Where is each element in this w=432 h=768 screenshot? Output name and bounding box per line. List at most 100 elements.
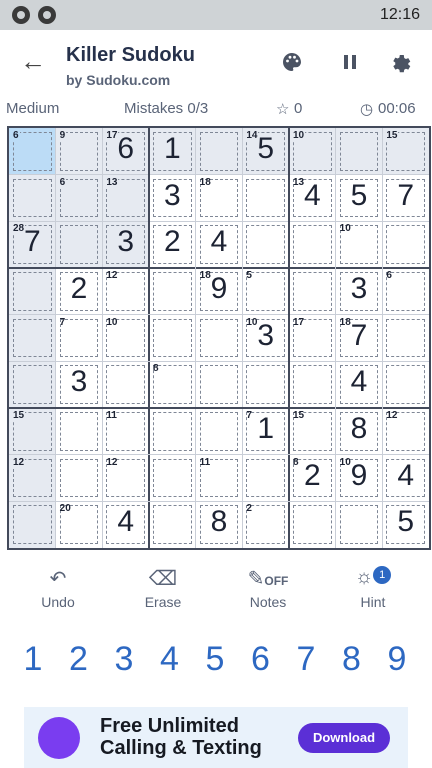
number-key-6[interactable]: 6: [241, 640, 281, 679]
board-cell[interactable]: 8: [196, 501, 243, 548]
ad-download-button[interactable]: Download: [298, 723, 390, 753]
board-cell[interactable]: 10 3: [242, 315, 289, 362]
board-cell[interactable]: 9: [55, 128, 103, 175]
board-cell[interactable]: 12: [382, 408, 429, 455]
board-cell[interactable]: 3: [336, 268, 383, 315]
board-cell[interactable]: 10 9: [336, 455, 383, 502]
board-cell[interactable]: 10: [336, 221, 383, 268]
board-cell[interactable]: [9, 174, 56, 222]
board-cell[interactable]: [9, 501, 56, 548]
notes-button[interactable]: ✎OFF Notes: [223, 566, 313, 610]
board-cell[interactable]: [196, 361, 243, 408]
board-cell[interactable]: [56, 455, 103, 502]
board-cell[interactable]: 4: [382, 455, 429, 502]
board-cell[interactable]: [149, 455, 196, 502]
board-cell[interactable]: 11: [196, 455, 243, 502]
board-cell[interactable]: 6: [9, 128, 56, 175]
board-cell[interactable]: 2: [242, 501, 289, 548]
palette-icon[interactable]: [280, 50, 304, 74]
board-cell[interactable]: 18 7: [336, 315, 383, 362]
board-cell[interactable]: 12: [9, 454, 56, 502]
board-cell[interactable]: 7: [382, 175, 429, 222]
board-cell[interactable]: [335, 128, 383, 175]
number-key-5[interactable]: 5: [195, 640, 235, 679]
board-cell[interactable]: 3: [149, 175, 196, 222]
board-cell[interactable]: 12: [102, 455, 149, 502]
board-cell[interactable]: 3: [56, 361, 103, 408]
board-cell[interactable]: [9, 361, 56, 408]
number-key-7[interactable]: 7: [286, 640, 326, 679]
board-cell[interactable]: 28 7: [9, 221, 56, 268]
number-key-1[interactable]: 1: [13, 640, 53, 679]
board-cell[interactable]: 15: [9, 408, 56, 455]
board-cell[interactable]: 5: [242, 268, 289, 315]
board-cell[interactable]: 17 6: [102, 128, 149, 175]
board-cell[interactable]: 18: [196, 175, 243, 222]
number-key-3[interactable]: 3: [104, 640, 144, 679]
number-key-8[interactable]: 8: [332, 640, 372, 679]
undo-button[interactable]: ↶ Undo: [13, 566, 103, 610]
board-cell[interactable]: 2: [149, 221, 196, 268]
board-cell[interactable]: 14 5: [242, 128, 289, 175]
board-cell[interactable]: [56, 408, 103, 455]
board-cell[interactable]: [382, 361, 429, 408]
board-cell[interactable]: 15: [382, 128, 429, 175]
board-cell[interactable]: [149, 501, 196, 548]
board-cell[interactable]: [382, 221, 429, 268]
number-key-4[interactable]: 4: [150, 640, 190, 679]
board-cell[interactable]: [149, 268, 196, 315]
gear-icon[interactable]: [388, 50, 412, 74]
board-cell[interactable]: [242, 455, 289, 502]
board-cell[interactable]: 13: [102, 174, 149, 222]
board-cell[interactable]: [242, 175, 289, 222]
back-arrow-icon[interactable]: ←: [20, 48, 46, 74]
board-cell[interactable]: 10: [289, 128, 336, 175]
board-cell[interactable]: 6: [382, 268, 429, 315]
board-cell[interactable]: 15: [289, 408, 336, 455]
board-cell[interactable]: [289, 268, 336, 315]
board-cell[interactable]: 12: [102, 268, 149, 315]
board-cell[interactable]: [289, 361, 336, 408]
board-cell[interactable]: 3: [102, 221, 149, 268]
board-cell[interactable]: 5: [336, 175, 383, 222]
board-cell[interactable]: 7: [56, 315, 103, 362]
board-cell[interactable]: [149, 315, 196, 362]
board-cell[interactable]: 4: [196, 221, 243, 268]
board-cell[interactable]: 82: [289, 455, 336, 502]
number-key-9[interactable]: 9: [377, 640, 417, 679]
board-cell[interactable]: 6: [55, 174, 103, 222]
board-cell[interactable]: [102, 361, 149, 408]
pause-icon[interactable]: [338, 50, 362, 74]
board-cell[interactable]: 4: [336, 361, 383, 408]
board-cell[interactable]: 4: [102, 501, 149, 548]
hint-button[interactable]: ☼ 1 Hint: [328, 566, 418, 610]
erase-button[interactable]: ⌫ Erase: [118, 566, 208, 610]
board-cell[interactable]: [195, 128, 243, 175]
board-cell[interactable]: [196, 315, 243, 362]
board-cell[interactable]: [196, 408, 243, 455]
ad-banner[interactable]: Free Unlimited Calling & Texting Downloa…: [24, 707, 408, 768]
board-cell[interactable]: 5: [382, 501, 429, 548]
board-cell[interactable]: 20: [56, 501, 103, 548]
board-cell[interactable]: [242, 221, 289, 268]
board-cell[interactable]: [55, 221, 103, 268]
board-cell[interactable]: 8: [336, 408, 383, 455]
board-cell[interactable]: 71: [242, 408, 289, 455]
board-cell[interactable]: [336, 501, 383, 548]
board-cell[interactable]: [9, 314, 56, 362]
board-cell[interactable]: [9, 268, 56, 315]
board-cell[interactable]: 1: [149, 128, 196, 175]
board-cell[interactable]: 17: [289, 315, 336, 362]
board-cell[interactable]: [382, 315, 429, 362]
board-cell[interactable]: [289, 221, 336, 268]
board-cell[interactable]: 18 9: [196, 268, 243, 315]
board-cell[interactable]: 11: [102, 408, 149, 455]
number-key-2[interactable]: 2: [59, 640, 99, 679]
board-cell[interactable]: 2: [56, 268, 103, 315]
board-cell[interactable]: 13 4: [289, 175, 336, 222]
board-cell[interactable]: [242, 361, 289, 408]
board-cell[interactable]: [289, 501, 336, 548]
board-cell[interactable]: [149, 408, 196, 455]
board-cell[interactable]: 8: [149, 361, 196, 408]
board-cell[interactable]: 10: [102, 315, 149, 362]
